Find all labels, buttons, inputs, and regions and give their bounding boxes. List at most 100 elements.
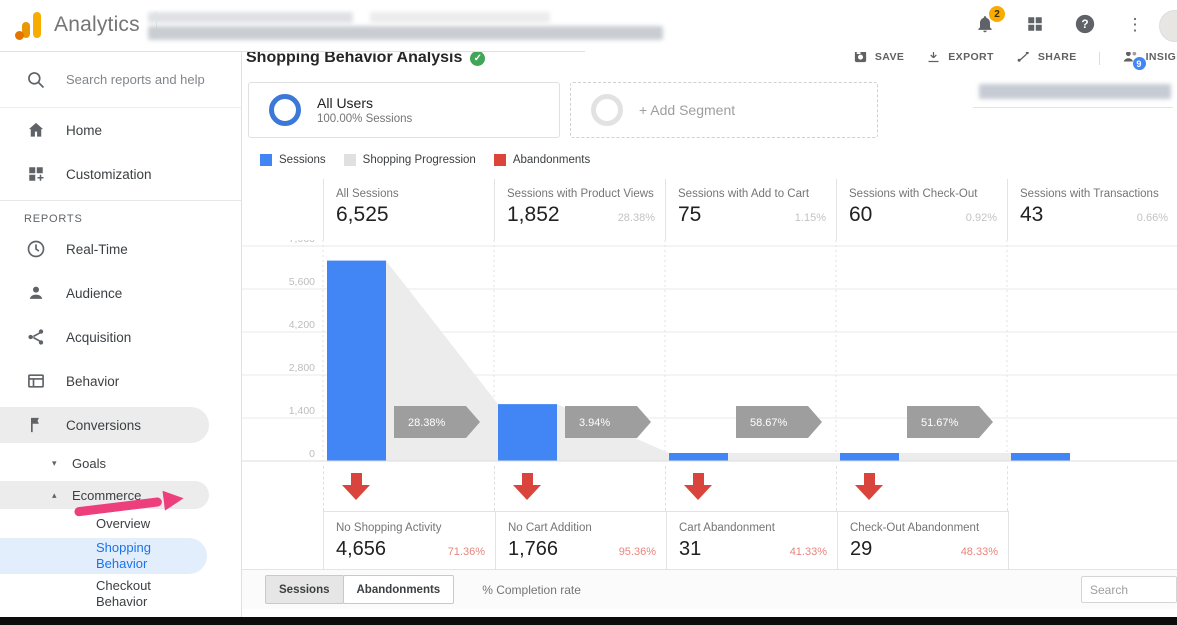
sidebar-subitem-ecommerce[interactable]: ▴ Ecommerce xyxy=(0,479,241,511)
sidebar-search[interactable]: Search reports and help xyxy=(0,52,241,108)
column-divider-dashed xyxy=(323,466,324,511)
abandonment-card-no-shopping-activity: No Shopping Activity 4,656 71.36% xyxy=(324,512,495,571)
reports-section-label: REPORTS xyxy=(24,213,83,225)
sidebar-item-audience[interactable]: Audience xyxy=(0,271,241,315)
verified-check-icon: ✓ xyxy=(470,52,486,66)
segment-detail: 100.00% Sessions xyxy=(317,113,413,125)
account-name-redacted-2 xyxy=(370,12,550,23)
toolbar-divider xyxy=(1098,52,1100,65)
insight-button[interactable]: 9INSIGHT xyxy=(1122,52,1177,70)
stage-header-sessions-with-check-out: Sessions with Check-Out 60 0.92% xyxy=(836,179,1007,240)
abandonment-arrow-icon xyxy=(342,473,370,500)
abandonment-percent: 95.36% xyxy=(618,546,656,558)
abandonment-label: Check-Out Abandonment xyxy=(850,522,980,534)
add-segment-button[interactable]: + Add Segment xyxy=(570,82,878,138)
help-icon[interactable]: ? xyxy=(1073,12,1097,36)
table-search-input[interactable] xyxy=(1081,576,1177,603)
abandonment-percent: 71.36% xyxy=(447,546,485,558)
chevron-up-icon: ▴ xyxy=(52,489,57,500)
stage-value: 60 xyxy=(849,203,873,226)
svg-text:3.94%: 3.94% xyxy=(579,417,610,429)
brand-name: Analytics xyxy=(54,13,140,36)
stage-header-all-sessions: All Sessions 6,525 xyxy=(323,179,494,240)
sidebar-item-checkout-behavior[interactable]: Checkout Behavior xyxy=(0,575,241,613)
stage-percent: 1.15% xyxy=(794,212,826,224)
sidebar-item-home[interactable]: Home xyxy=(0,108,241,152)
sidebar-subitem-label: Goals xyxy=(72,455,106,471)
sidebar-subitem-goals[interactable]: ▾ Goals xyxy=(0,447,241,479)
sidebar-subitem-label: Ecommerce xyxy=(72,487,142,503)
home-icon xyxy=(24,118,48,142)
insight-count-badge: 9 xyxy=(1132,57,1146,70)
sidebar-item-label: Audience xyxy=(66,285,123,301)
sidebar-item-label: Home xyxy=(66,122,103,138)
user-avatar[interactable] xyxy=(1159,10,1177,42)
action-label: SHARE xyxy=(1037,52,1077,63)
sidebar-search-placeholder: Search reports and help xyxy=(66,72,205,87)
stage-header-sessions-with-transactions: Sessions with Transactions 43 0.66% xyxy=(1007,179,1177,240)
funnel-plot-svg: 7,000 5,600 4,200 2,800 1,400 0 28.38% 3.94% 58.… xyxy=(242,233,1177,462)
abandonment-percent: 41.33% xyxy=(789,546,827,558)
legend-swatch xyxy=(343,154,356,166)
sidebar-item-conversions[interactable]: Conversions xyxy=(0,403,241,447)
svg-text:2,800: 2,800 xyxy=(289,362,315,374)
sidebar-item-shopping-behavior[interactable]: Shopping Behavior xyxy=(0,537,241,575)
action-label: INSIGHT xyxy=(1145,52,1177,63)
sidebar-item-acquisition[interactable]: Acquisition xyxy=(0,315,241,359)
stage-value: 6,525 xyxy=(336,203,389,226)
sidebar-child-label: Overview xyxy=(96,516,151,531)
analytics-logo-icon xyxy=(14,10,44,40)
abandonment-arrow-icon xyxy=(855,473,883,500)
sidebar-item-real-time[interactable]: Real-Time xyxy=(0,227,241,271)
sidebar-item-label: Real-Time xyxy=(66,241,128,257)
sidebar-item-overview[interactable]: Overview xyxy=(0,511,241,537)
property-name-redacted xyxy=(148,26,663,40)
overflow-menu-icon[interactable]: ⋮ xyxy=(1123,12,1147,36)
sidebar-divider xyxy=(0,200,241,201)
sidebar-child-label: Shopping Behavior xyxy=(96,540,151,571)
svg-text:1,400: 1,400 xyxy=(289,405,315,417)
stage-header-sessions-with-add-to-cart: Sessions with Add to Cart 75 1.15% xyxy=(665,179,836,240)
abandonment-card-no-cart-addition: No Cart Addition 1,766 95.36% xyxy=(495,512,666,571)
add-segment-donut-icon xyxy=(591,94,623,126)
stage-label: All Sessions xyxy=(336,188,399,200)
column-divider-dashed xyxy=(1007,466,1008,511)
y-axis-gutter xyxy=(242,179,323,240)
main-content: Shopping Behavior Analysis ✓ SAVE EXPORT S… xyxy=(242,52,1177,617)
abandonment-label: No Shopping Activity xyxy=(336,522,442,534)
share-button[interactable]: SHARE xyxy=(1016,52,1077,64)
sidebar-item-label: Customization xyxy=(66,166,152,182)
stage-value: 75 xyxy=(678,203,702,226)
abandonment-value: 1,766 xyxy=(508,538,559,560)
date-range-selector-redacted[interactable] xyxy=(973,82,1173,108)
tab-sessions[interactable]: Sessions xyxy=(265,575,344,604)
abandonment-label: No Cart Addition xyxy=(508,522,592,534)
sidebar-child-label: Checkout Behavior xyxy=(96,578,151,609)
segment-all-users[interactable]: All Users 100.00% Sessions xyxy=(248,82,560,138)
svg-text:4,200: 4,200 xyxy=(289,319,315,331)
stage-value: 1,852 xyxy=(507,203,560,226)
customization-icon xyxy=(24,162,48,186)
sidebar-item-behavior[interactable]: Behavior xyxy=(0,359,241,403)
sidebar-item-customization[interactable]: Customization xyxy=(0,152,241,196)
notifications-bell-icon[interactable]: 2 xyxy=(973,6,1005,36)
save-button[interactable]: SAVE xyxy=(853,52,904,64)
stage-label: Sessions with Transactions xyxy=(1020,188,1159,200)
abandonment-value: 4,656 xyxy=(336,538,387,560)
stage-label: Sessions with Add to Cart xyxy=(678,188,810,200)
svg-text:0: 0 xyxy=(309,448,315,460)
export-icon xyxy=(926,52,941,64)
apps-grid-icon[interactable] xyxy=(1023,12,1047,36)
audience-person-icon xyxy=(24,281,48,305)
acquisition-icon xyxy=(24,325,48,349)
svg-text:?: ? xyxy=(1081,17,1088,31)
stage-percent: 28.38% xyxy=(617,212,655,224)
tab-abandonments[interactable]: Abandonments xyxy=(342,575,455,604)
abandonment-percent: 48.33% xyxy=(960,546,998,558)
analytics-app: Analytics 2 ? ⋮ Search reports and help … xyxy=(0,0,1177,625)
stage-header-sessions-with-product-views: Sessions with Product Views 1,852 28.38% xyxy=(494,179,665,240)
column-divider-dashed xyxy=(494,466,495,511)
svg-text:5,600: 5,600 xyxy=(289,276,315,288)
export-button[interactable]: EXPORT xyxy=(926,52,994,64)
action-label: EXPORT xyxy=(948,52,994,63)
